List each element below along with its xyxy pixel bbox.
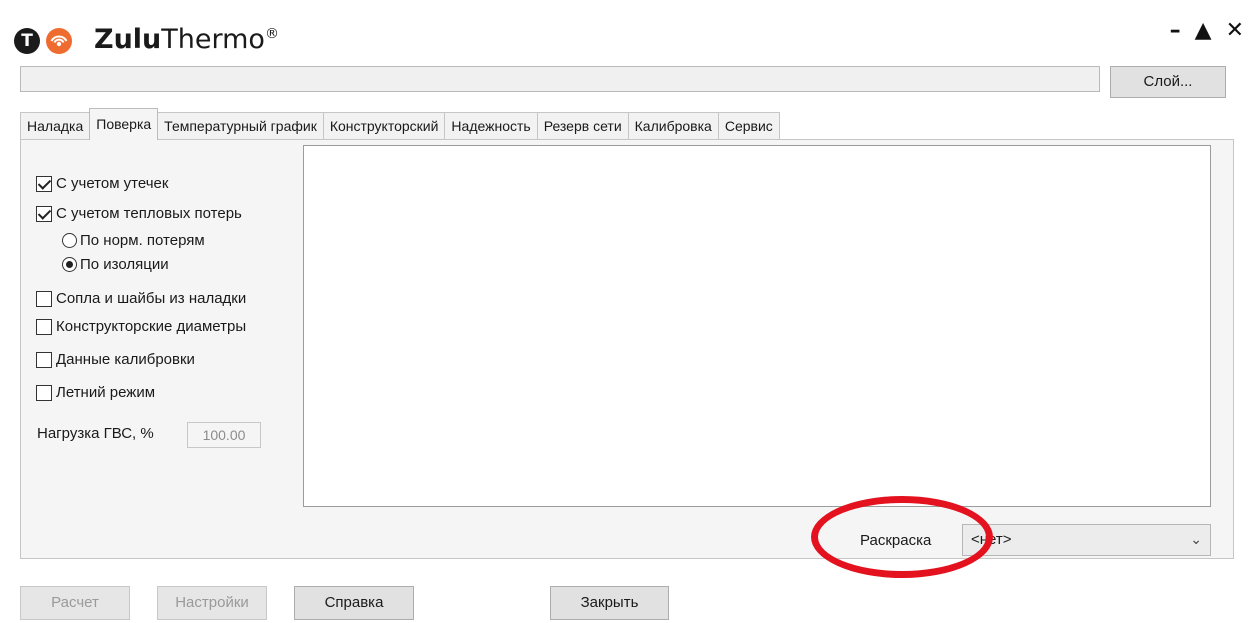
app-title-rest: Thermo xyxy=(161,24,265,55)
heat-loss-label: С учетом тепловых потерь xyxy=(56,205,242,222)
logo-t-icon: T xyxy=(14,28,40,54)
option-heat-loss[interactable]: С учетом тепловых потерь xyxy=(36,205,242,222)
option-nozzles[interactable]: Сопла и шайбы из наладки xyxy=(36,290,246,307)
settings-button[interactable]: Настройки xyxy=(157,586,267,620)
tab-bar: Наладка Поверка Температурный график Кон… xyxy=(20,108,780,140)
minimize-button[interactable]: – xyxy=(1170,18,1181,43)
insulation-radio[interactable] xyxy=(62,257,77,272)
nozzles-label: Сопла и шайбы из наладки xyxy=(56,290,247,307)
calibration-data-label: Данные калибровки xyxy=(56,351,195,368)
coloring-select[interactable]: <нет> ⌄ xyxy=(962,524,1211,556)
nozzles-checkbox[interactable] xyxy=(36,290,52,307)
tab-calibration[interactable]: Калибровка xyxy=(627,112,719,140)
tab-poverka[interactable]: Поверка xyxy=(89,108,159,140)
tab-network-reserve[interactable]: Резерв сети xyxy=(536,112,629,140)
window-controls: – ▲ ✕ xyxy=(1170,18,1244,43)
summer-mode-checkbox[interactable] xyxy=(36,384,52,401)
coloring-value: <нет> xyxy=(971,531,1012,548)
tab-design[interactable]: Конструкторский xyxy=(322,112,446,140)
registered-mark: ® xyxy=(264,26,279,42)
tab-naladka[interactable]: Наладка xyxy=(20,112,91,140)
design-diameters-checkbox[interactable] xyxy=(36,318,52,335)
report-area[interactable] xyxy=(303,145,1211,507)
zulu-thermo-window: T ZuluThermo® – ▲ ✕ Слой... Наладка Пове… xyxy=(0,0,1254,623)
layer-field[interactable] xyxy=(20,66,1100,92)
option-calibration-data[interactable]: Данные калибровки xyxy=(36,351,195,368)
leaks-checkbox[interactable] xyxy=(36,175,52,192)
chevron-down-icon: ⌄ xyxy=(1190,532,1202,548)
leaks-label: С учетом утечек xyxy=(56,175,169,192)
heat-loss-checkbox[interactable] xyxy=(36,205,52,222)
coloring-label: Раскраска xyxy=(860,532,932,549)
logo-signal-icon xyxy=(46,28,72,54)
norm-losses-label: По норм. потерям xyxy=(80,232,205,249)
app-title-bold: Zulu xyxy=(94,24,162,55)
calc-button[interactable]: Расчет xyxy=(20,586,130,620)
close-window-button[interactable]: ✕ xyxy=(1226,18,1244,43)
tab-temperature-graph[interactable]: Температурный график xyxy=(157,112,324,140)
summer-mode-label: Летний режим xyxy=(56,384,156,401)
app-title: ZuluThermo® xyxy=(94,24,279,55)
option-leaks[interactable]: С учетом утечек xyxy=(36,175,168,192)
close-button[interactable]: Закрыть xyxy=(550,586,669,620)
hot-water-load-input[interactable]: 100.00 xyxy=(187,422,261,448)
option-norm-losses[interactable]: По норм. потерям xyxy=(62,232,205,249)
help-button[interactable]: Справка xyxy=(294,586,414,620)
norm-losses-radio[interactable] xyxy=(62,233,77,248)
design-diameters-label: Конструкторские диаметры xyxy=(56,318,247,335)
option-design-diameters[interactable]: Конструкторские диаметры xyxy=(36,318,246,335)
tab-reliability[interactable]: Надежность xyxy=(444,112,538,140)
option-summer-mode[interactable]: Летний режим xyxy=(36,384,155,401)
insulation-label: По изоляции xyxy=(80,256,169,273)
hot-water-load-label: Нагрузка ГВС, % xyxy=(37,425,154,442)
option-insulation[interactable]: По изоляции xyxy=(62,256,169,273)
tab-service[interactable]: Сервис xyxy=(717,112,780,140)
calibration-data-checkbox[interactable] xyxy=(36,351,52,368)
maximize-button[interactable]: ▲ xyxy=(1195,18,1212,43)
layer-button[interactable]: Слой... xyxy=(1110,66,1226,98)
